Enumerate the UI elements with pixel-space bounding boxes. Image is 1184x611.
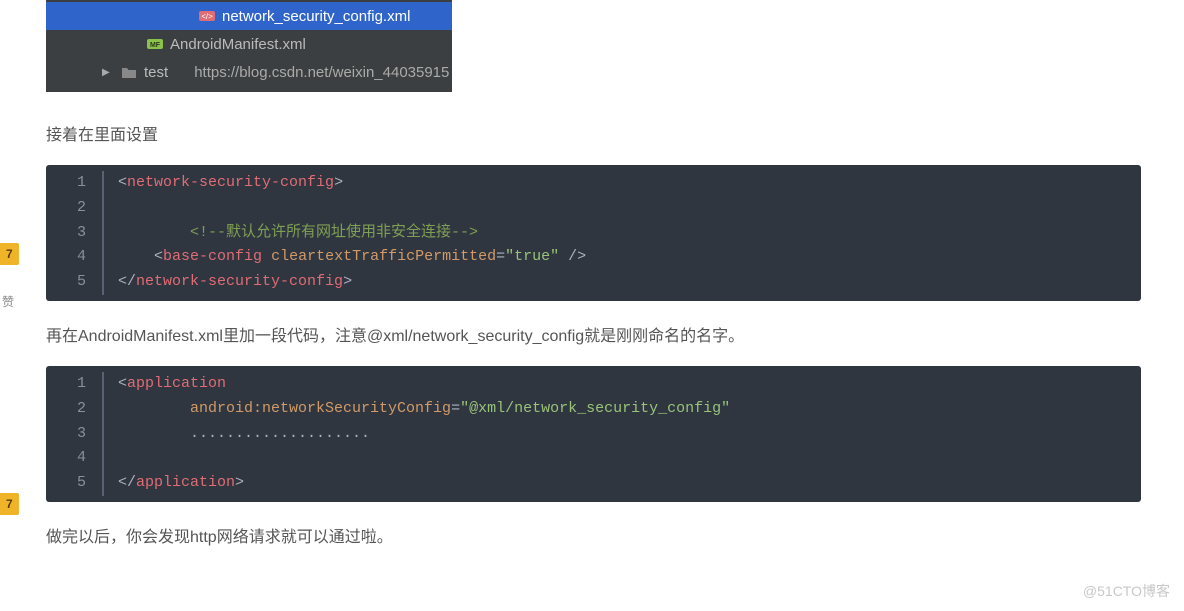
- svg-text:MF: MF: [150, 42, 161, 49]
- code-token: base-config: [163, 248, 262, 265]
- paragraph: 做完以后，你会发现http网络请求就可以通过啦。: [46, 524, 1184, 551]
- code-token: "@xml/network_security_config": [460, 400, 730, 417]
- code-token: network-security-config: [136, 273, 343, 290]
- code-token: application: [127, 375, 226, 392]
- ide-file-tree: </> network_security_config.xml MF Andro…: [46, 0, 452, 92]
- code-token: "true": [505, 248, 559, 265]
- code-token: <!--默认允许所有网址使用非安全连接-->: [190, 224, 478, 241]
- code-token: <: [118, 375, 127, 392]
- line-number: 5: [46, 471, 104, 496]
- code-token: android:networkSecurityConfig: [190, 400, 451, 417]
- chevron-right-icon: ▶: [102, 67, 114, 78]
- paragraph: 接着在里面设置: [46, 122, 1184, 149]
- code-token: network-security-config: [127, 174, 334, 191]
- paragraph: 再在AndroidManifest.xml里加一段代码，注意@xml/netwo…: [46, 323, 1184, 350]
- code-token: =: [451, 400, 460, 417]
- line-number: 1: [46, 372, 104, 397]
- xml-file-icon: </>: [198, 8, 216, 24]
- code-token: =: [496, 248, 505, 265]
- file-tree-item: ▶ test https://blog.csdn.net/weixin_4403…: [46, 58, 452, 86]
- share-badge[interactable]: 7: [0, 243, 19, 265]
- code-token: [262, 248, 271, 265]
- code-token: application: [136, 474, 235, 491]
- line-number: 3: [46, 422, 104, 447]
- file-tree-item: </> network_security_config.xml: [46, 2, 452, 30]
- line-number: 5: [46, 270, 104, 295]
- code-token: <: [118, 174, 127, 191]
- code-block: 1<network-security-config> 2 3 <!--默认允许所…: [46, 165, 1141, 301]
- line-number: 3: [46, 221, 104, 246]
- line-number: 1: [46, 171, 104, 196]
- watermark-url: https://blog.csdn.net/weixin_44035915: [194, 64, 449, 81]
- code-token: >: [235, 474, 244, 491]
- article-content: </> network_security_config.xml MF Andro…: [46, 0, 1184, 551]
- code-token: cleartextTrafficPermitted: [271, 248, 496, 265]
- file-tree-item: MF AndroidManifest.xml: [46, 30, 452, 58]
- line-number: 4: [46, 245, 104, 270]
- share-label: 赞: [2, 293, 14, 310]
- manifest-file-icon: MF: [146, 36, 164, 52]
- line-number: 2: [46, 196, 104, 221]
- file-name: AndroidManifest.xml: [170, 36, 306, 53]
- code-token: </: [118, 273, 136, 290]
- line-number: 4: [46, 446, 104, 471]
- code-token: >: [343, 273, 352, 290]
- line-number: 2: [46, 397, 104, 422]
- code-token: </: [118, 474, 136, 491]
- code-token: />: [559, 248, 586, 265]
- share-badge[interactable]: 7: [0, 493, 19, 515]
- code-token: <: [154, 248, 163, 265]
- file-name: network_security_config.xml: [222, 8, 410, 25]
- watermark: @51CTO博客: [1083, 581, 1170, 601]
- code-block: 1<application 2 android:networkSecurityC…: [46, 366, 1141, 502]
- svg-text:</>: </>: [201, 12, 213, 21]
- folder-name: test: [144, 64, 168, 81]
- code-token: ....................: [190, 425, 370, 442]
- folder-icon: [120, 64, 138, 80]
- code-token: >: [334, 174, 343, 191]
